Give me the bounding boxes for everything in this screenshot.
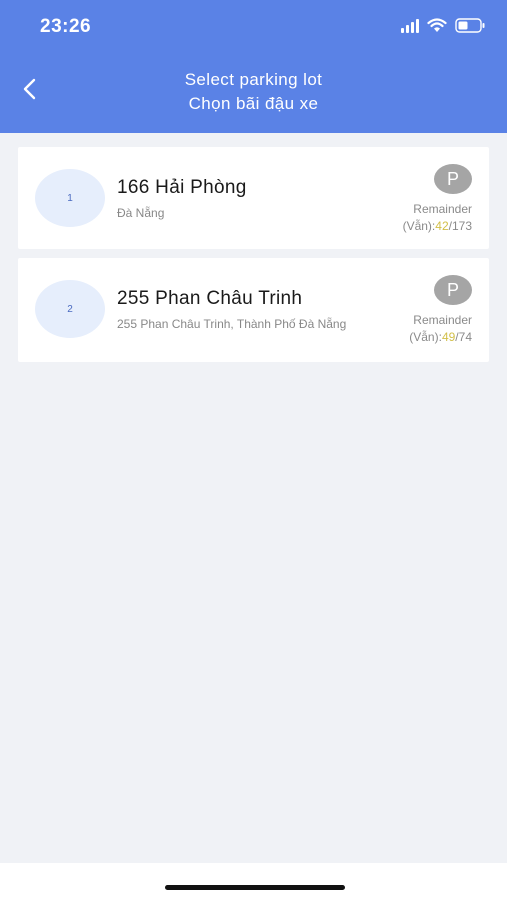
remainder-label: Remainder [413, 202, 472, 216]
remainder-prefix: (Vẫn): [402, 219, 436, 233]
parking-icon: P [434, 275, 472, 305]
home-indicator[interactable] [165, 885, 345, 890]
status-icons [401, 18, 485, 33]
parking-icon: P [434, 164, 472, 194]
parking-lot-item[interactable]: 1 166 Hải Phòng Đà Nẵng P Remainder (Vẫn… [18, 147, 489, 249]
lot-remainder: Remainder (Vẫn):42/173 [403, 201, 472, 235]
total-spots: 74 [458, 330, 472, 344]
page-title-vi: Chọn bãi đậu xe [188, 94, 319, 113]
remainder-count: (Vẫn):42/173 [403, 218, 472, 235]
lot-address: 255 Phan Châu Trinh, Thành Phố Đà Nẵng [117, 317, 347, 331]
remainder-label: Remainder [413, 313, 472, 327]
signal-icon [401, 18, 419, 33]
wifi-icon [427, 18, 447, 33]
parking-lot-item[interactable]: 2 255 Phan Châu Trinh 255 Phan Châu Trin… [18, 258, 489, 362]
remainder-prefix: (Vẫn): [409, 330, 442, 344]
total-spots: 173 [451, 219, 472, 233]
lot-remainder: Remainder (Vẫn):49/74 [409, 312, 472, 346]
page-title-en: Select parking lot [184, 70, 323, 89]
page-title: Select parking lot Chọn bãi đậu xe [0, 68, 507, 116]
available-spots: 49 [441, 330, 456, 344]
parking-lot-list: 1 166 Hải Phòng Đà Nẵng P Remainder (Vẫn… [18, 147, 489, 371]
available-spots: 42 [435, 219, 449, 233]
screen: 23:26 Select parking lot Chọn bãi đậu xe… [0, 0, 507, 900]
battery-icon [455, 18, 485, 33]
lot-index-badge: 1 [35, 169, 105, 227]
lot-name: 166 Hải Phòng [117, 177, 247, 198]
lot-index-badge: 2 [35, 280, 105, 338]
lot-name: 255 Phan Châu Trinh [117, 288, 303, 309]
remainder-count: (Vẫn):49/74 [409, 329, 472, 346]
lot-address: Đà Nẵng [117, 206, 165, 220]
bottom-bar [0, 863, 507, 900]
header: 23:26 Select parking lot Chọn bãi đậu xe [0, 0, 507, 133]
status-time: 23:26 [40, 16, 92, 37]
